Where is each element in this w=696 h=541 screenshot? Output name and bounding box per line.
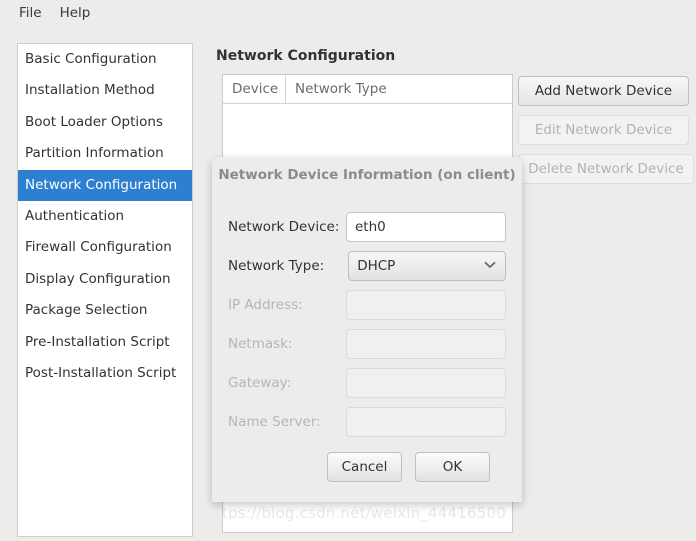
network-type-label: Network Type: xyxy=(228,258,325,274)
sidebar-item-package-selection[interactable]: Package Selection xyxy=(18,295,192,326)
sidebar-item-basic-configuration[interactable]: Basic Configuration xyxy=(18,44,192,75)
menu-item-file[interactable]: File xyxy=(10,3,51,23)
ip-address-input[interactable] xyxy=(346,290,506,320)
sidebar-item-network-configuration[interactable]: Network Configuration xyxy=(18,169,192,201)
sidebar-item-installation-method[interactable]: Installation Method xyxy=(18,75,192,106)
sidebar-item-partition-information[interactable]: Partition Information xyxy=(18,138,192,169)
table-column-header-network-type[interactable]: Network Type xyxy=(286,75,512,103)
ok-button[interactable]: OK xyxy=(415,452,490,482)
watermark-text: https://blog.csdn.net/weixin_44416500 xyxy=(222,504,506,522)
dialog-title: Network Device Information (on client) xyxy=(218,167,516,183)
network-type-selected-value: DHCP xyxy=(357,258,396,274)
sidebar-item-pre-installation-script[interactable]: Pre-Installation Script xyxy=(18,327,192,358)
menu-bar: File Help xyxy=(0,0,696,26)
gateway-input[interactable] xyxy=(346,368,506,398)
ip-address-label: IP Address: xyxy=(228,297,303,313)
sidebar-item-post-installation-script[interactable]: Post-Installation Script xyxy=(18,358,192,389)
edit-network-device-button[interactable]: Edit Network Device xyxy=(518,115,689,145)
netmask-input[interactable] xyxy=(346,329,506,359)
form-row-name-server: Name Server: xyxy=(228,407,506,437)
network-type-select[interactable]: DHCP xyxy=(348,251,506,281)
form-row-gateway: Gateway: xyxy=(228,368,506,398)
name-server-input[interactable] xyxy=(346,407,506,437)
netmask-label: Netmask: xyxy=(228,336,293,352)
sidebar-item-boot-loader-options[interactable]: Boot Loader Options xyxy=(18,107,192,138)
network-device-information-dialog: Network Device Information (on client) N… xyxy=(212,157,522,502)
network-device-label: Network Device: xyxy=(228,219,340,235)
sidebar-item-firewall-configuration[interactable]: Firewall Configuration xyxy=(18,232,192,263)
delete-network-device-button[interactable]: Delete Network Device xyxy=(518,154,694,184)
table-header-row: Device Network Type xyxy=(223,75,512,104)
cancel-button[interactable]: Cancel xyxy=(327,452,402,482)
form-row-network-device: Network Device: xyxy=(228,212,506,242)
form-row-network-type: Network Type: DHCP xyxy=(228,251,506,281)
gateway-label: Gateway: xyxy=(228,375,292,391)
menu-item-help[interactable]: Help xyxy=(51,3,100,23)
table-column-header-device[interactable]: Device xyxy=(223,75,286,103)
form-row-netmask: Netmask: xyxy=(228,329,506,359)
add-network-device-button[interactable]: Add Network Device xyxy=(518,76,689,106)
page-title: Network Configuration xyxy=(216,48,396,64)
sidebar-item-display-configuration[interactable]: Display Configuration xyxy=(18,264,192,295)
sidebar-item-authentication[interactable]: Authentication xyxy=(18,201,192,232)
form-row-ip-address: IP Address: xyxy=(228,290,506,320)
chevron-down-icon xyxy=(484,252,496,280)
network-device-input[interactable] xyxy=(346,212,506,242)
sidebar-list[interactable]: Basic Configuration Installation Method … xyxy=(17,43,193,537)
name-server-label: Name Server: xyxy=(228,414,321,430)
